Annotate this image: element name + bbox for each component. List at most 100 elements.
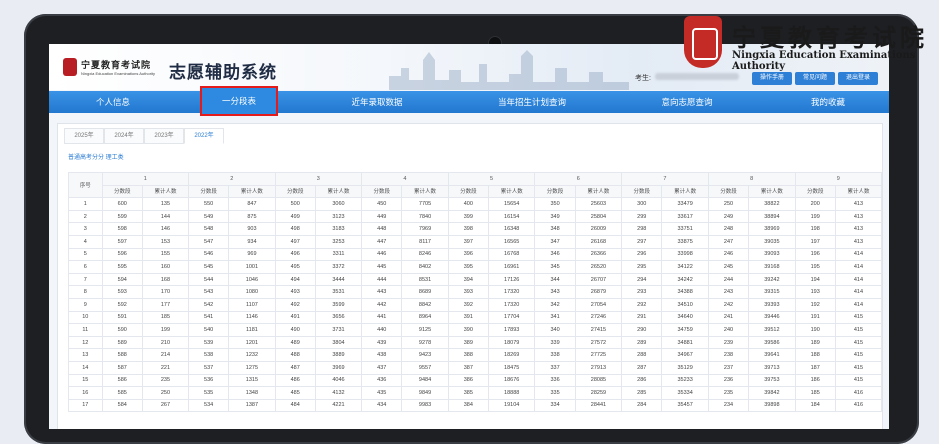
row-seq: 2 bbox=[68, 209, 103, 224]
cumulative-cell: 39713 bbox=[748, 360, 796, 375]
table-row: 13 588 214 538 1232 488 3889 438 9423 388 18269 338… bbox=[68, 348, 882, 362]
score-cell: 340 bbox=[534, 323, 576, 337]
table-row: 11 590 199 540 1181 490 3731 440 9125 390 17893 340… bbox=[68, 323, 882, 337]
table-row: 5 596 155 546 969 496 3311 446 8246 396 16768 346 26… bbox=[68, 247, 882, 262]
score-cell: 399 bbox=[447, 209, 490, 224]
cumulative-cell: 3969 bbox=[314, 360, 363, 375]
score-cell: 589 bbox=[101, 335, 143, 350]
cumulative-cell: 7969 bbox=[401, 222, 449, 236]
cumulative-cell: 17893 bbox=[488, 323, 536, 337]
score-cell: 496 bbox=[274, 247, 316, 262]
cumulative-cell: 3183 bbox=[314, 222, 363, 236]
tab-year-2023[interactable]: 2023年 bbox=[144, 128, 184, 144]
table-row: 6 595 160 545 1001 495 3372 445 8402 395 16961 345 2… bbox=[68, 260, 882, 274]
score-cell: 392 bbox=[447, 297, 490, 312]
row-seq: 5 bbox=[68, 247, 103, 262]
cumulative-cell: 3060 bbox=[314, 197, 363, 211]
score-cell: 297 bbox=[621, 234, 663, 249]
tab-favorites[interactable]: 我的收藏 bbox=[767, 91, 889, 113]
cumulative-cell: 26009 bbox=[574, 222, 623, 236]
tab-admission-data[interactable]: 近年录取数据 bbox=[307, 91, 447, 113]
cumulative-cell: 18269 bbox=[488, 348, 536, 362]
score-cell: 338 bbox=[534, 348, 576, 362]
tab-intended-choices[interactable]: 意向志愿查询 bbox=[617, 91, 757, 113]
score-cell: 592 bbox=[101, 297, 143, 312]
group-header: 2 bbox=[187, 172, 276, 186]
score-cell: 438 bbox=[361, 348, 403, 362]
cumulative-cell: 1387 bbox=[228, 398, 276, 413]
cumulative-cell: 27246 bbox=[574, 310, 623, 325]
cumulative-cell: 16565 bbox=[488, 234, 536, 249]
score-cell: 547 bbox=[187, 234, 230, 249]
manual-button[interactable]: 操作手册 bbox=[752, 72, 792, 85]
score-cell: 339 bbox=[534, 335, 576, 350]
score-cell: 386 bbox=[447, 373, 490, 388]
row-seq: 9 bbox=[68, 297, 103, 312]
examinee-label: 考生: bbox=[635, 75, 651, 82]
logout-button[interactable]: 退出登录 bbox=[838, 72, 878, 85]
tab-personal-info[interactable]: 个人信息 bbox=[49, 91, 177, 113]
cumulative-cell: 35334 bbox=[661, 386, 709, 400]
score-cell: 442 bbox=[361, 297, 403, 312]
table-row: 4 597 153 547 934 497 3253 447 8117 397 16565 347 26… bbox=[68, 234, 882, 249]
score-cell: 600 bbox=[101, 197, 143, 211]
cumulative-col-header: 累计人数 bbox=[228, 184, 276, 199]
subject-label[interactable]: 普通高考分分 理工类 bbox=[68, 152, 124, 161]
score-cell: 240 bbox=[707, 323, 750, 337]
score-cell: 344 bbox=[534, 272, 576, 287]
score-cell: 493 bbox=[274, 285, 316, 299]
score-cell: 389 bbox=[447, 335, 490, 350]
tab-year-2025[interactable]: 2025年 bbox=[64, 128, 104, 144]
score-col-header: 分数段 bbox=[274, 184, 316, 199]
cumulative-cell: 214 bbox=[141, 348, 189, 362]
score-cell: 588 bbox=[101, 348, 143, 362]
score-col-header: 分数段 bbox=[361, 184, 403, 199]
score-cell: 491 bbox=[274, 310, 316, 325]
cumulative-cell: 199 bbox=[141, 323, 189, 337]
cumulative-cell: 39842 bbox=[748, 386, 796, 400]
score-cell: 585 bbox=[101, 386, 143, 400]
score-cell: 191 bbox=[794, 310, 836, 325]
tab-year-2022[interactable]: 2022年 bbox=[184, 128, 224, 144]
cumulative-cell: 9125 bbox=[401, 323, 449, 337]
score-cell: 591 bbox=[101, 310, 143, 325]
faq-button[interactable]: 常见问题 bbox=[795, 72, 835, 85]
cumulative-cell: 1046 bbox=[228, 272, 276, 287]
tab-year-2024[interactable]: 2024年 bbox=[104, 128, 144, 144]
score-cell: 446 bbox=[361, 247, 403, 262]
cumulative-cell: 28441 bbox=[574, 398, 623, 413]
score-cell: 584 bbox=[101, 398, 143, 413]
cumulative-cell: 1348 bbox=[228, 386, 276, 400]
cumulative-cell: 185 bbox=[141, 310, 189, 325]
cumulative-cell: 16768 bbox=[488, 247, 536, 262]
score-cell: 236 bbox=[707, 373, 750, 388]
score-cell: 394 bbox=[447, 272, 490, 287]
score-table-wrap[interactable]: 序号 1 2 3 4 5 6 7 8 9 分数段 累计人数 分数段 累计人数 分数段 累计人数 分数段 累计人数分… bbox=[68, 172, 882, 429]
score-cell: 492 bbox=[274, 297, 316, 312]
score-cell: 348 bbox=[534, 222, 576, 236]
score-cell: 287 bbox=[621, 360, 663, 375]
score-cell: 499 bbox=[274, 209, 316, 224]
cumulative-cell: 39446 bbox=[748, 310, 796, 325]
row-seq: 7 bbox=[68, 272, 103, 287]
tab-score-table[interactable]: 一分段表 bbox=[200, 86, 278, 116]
cumulative-col-header: 累计人数 bbox=[314, 184, 363, 199]
table-row: 2 599 144 549 875 499 3123 449 7840 399 16154 349 25… bbox=[68, 209, 882, 224]
score-cell: 487 bbox=[274, 360, 316, 375]
score-cell: 198 bbox=[794, 222, 836, 236]
cumulative-cell: 39035 bbox=[748, 234, 796, 249]
cumulative-cell: 3123 bbox=[314, 209, 363, 224]
score-cell: 549 bbox=[187, 209, 230, 224]
watermark-name: 宁夏教育考试院 bbox=[732, 23, 928, 52]
row-seq: 4 bbox=[68, 234, 103, 249]
row-seq: 3 bbox=[68, 222, 103, 236]
cumulative-cell: 27913 bbox=[574, 360, 623, 375]
group-header: 1 bbox=[101, 172, 189, 186]
score-cell: 200 bbox=[794, 197, 836, 211]
tab-enrollment-plan[interactable]: 当年招生计划查询 bbox=[457, 91, 607, 113]
cumulative-cell: 9484 bbox=[401, 373, 449, 388]
cumulative-cell: 146 bbox=[141, 222, 189, 236]
score-cell: 388 bbox=[447, 348, 490, 362]
score-cell: 498 bbox=[274, 222, 316, 236]
cumulative-cell: 875 bbox=[228, 209, 276, 224]
